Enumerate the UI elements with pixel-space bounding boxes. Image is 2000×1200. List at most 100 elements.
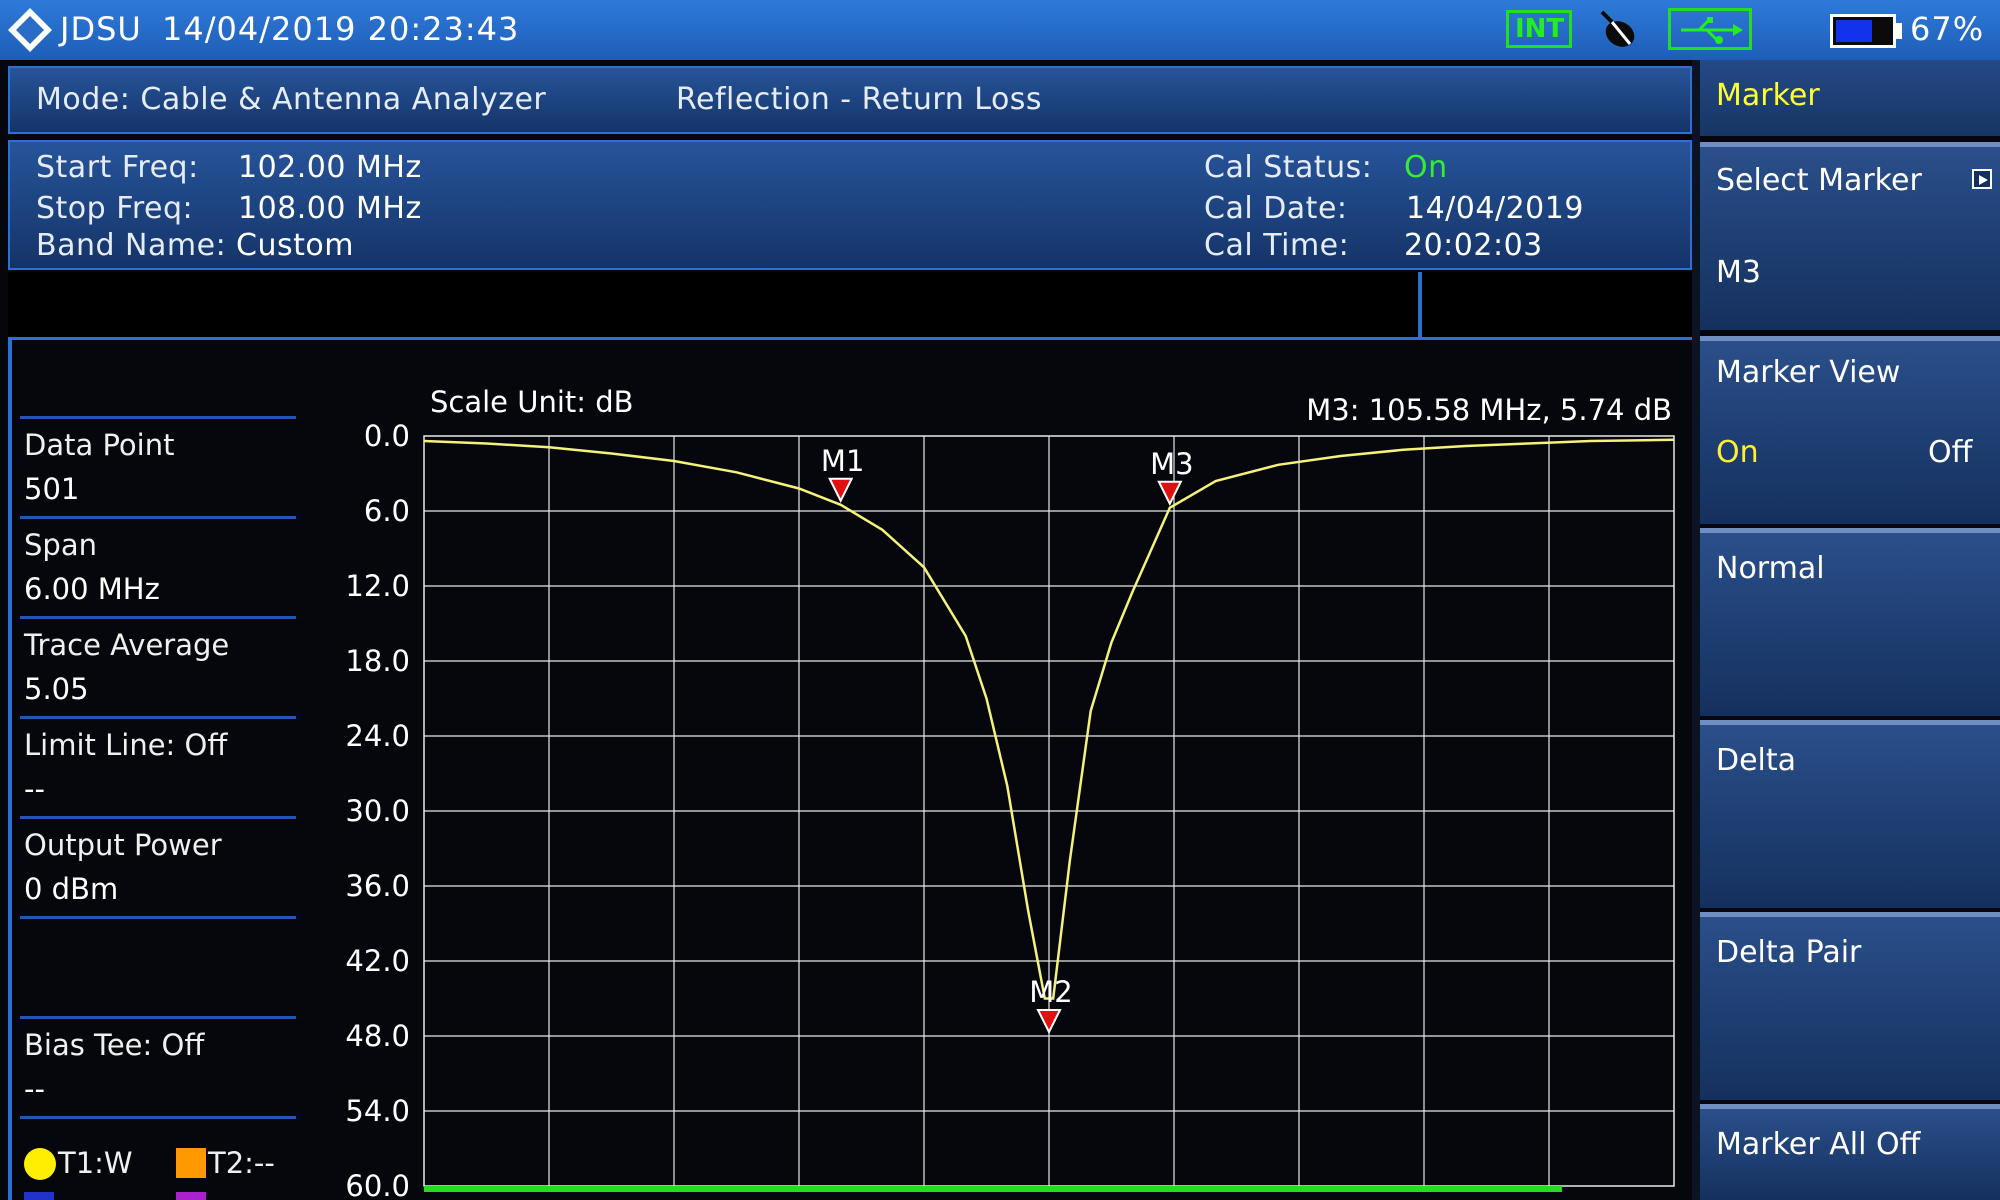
- y-tick-label: 36.0: [345, 869, 410, 903]
- mode-label: Mode: Cable & Antenna Analyzer: [36, 82, 547, 117]
- trace1-dot-icon: [24, 1148, 56, 1180]
- int-badge-label: INT: [1515, 14, 1565, 44]
- y-tick-label: 12.0: [345, 569, 410, 603]
- info-separator: [20, 716, 296, 719]
- trace-average-value: 5.05: [24, 672, 89, 706]
- info-panel: Data Point 501 Span 6.00 MHz Trace Avera…: [0, 340, 310, 1200]
- bias-tee-value: --: [24, 1072, 45, 1106]
- marker-m3-icon[interactable]: [1157, 480, 1183, 506]
- info-separator: [20, 916, 296, 919]
- message-divider: [1418, 272, 1422, 338]
- data-point-label: Data Point: [24, 428, 175, 462]
- info-separator: [20, 416, 296, 419]
- limit-line-label: Limit Line: Off: [24, 728, 228, 762]
- stop-freq-value: 108.00 MHz: [238, 191, 422, 226]
- trace4-swatch: [176, 1192, 206, 1200]
- data-point-value: 501: [24, 472, 80, 506]
- marker-view-on[interactable]: On: [1716, 435, 1759, 470]
- datetime-label: 14/04/2019 20:23:43: [162, 10, 520, 48]
- marker-all-off-label: Marker All Off: [1716, 1127, 1921, 1162]
- battery-tip: [1896, 23, 1902, 39]
- marker-m1-icon[interactable]: [828, 477, 854, 503]
- return-loss-chart[interactable]: Scale Unit: dB M3: 105.58 MHz, 5.74 dB 0…: [312, 340, 1692, 1200]
- scale-unit-label: Scale Unit: dB: [430, 385, 634, 419]
- settings-panel: Start Freq: 102.00 MHz Stop Freq: 108.00…: [8, 140, 1692, 270]
- bias-tee-label: Bias Tee: Off: [24, 1028, 205, 1062]
- normal-label: Normal: [1716, 551, 1825, 586]
- y-tick-label: 54.0: [345, 1094, 410, 1128]
- y-axis-ticks: 0.0 6.0 12.0 18.0 24.0 30.0 36.0 42.0 48.0 54.0 60…: [345, 419, 410, 1200]
- trace3-swatch: [24, 1192, 54, 1200]
- marker-view-label: Marker View: [1716, 355, 1901, 390]
- status-bar: JDSU 14/04/2019 20:23:43 INT 67%: [0, 0, 2000, 60]
- cal-date-value: 14/04/2019: [1406, 191, 1584, 226]
- trace-average-label: Trace Average: [24, 628, 230, 662]
- trace2-square-icon: [176, 1148, 206, 1178]
- usb-icon: [1668, 8, 1752, 50]
- battery-icon: [1830, 14, 1896, 48]
- marker-m1-label: M1: [821, 444, 864, 478]
- marker-readout-label: M3: 105.58 MHz, 5.74 dB: [1306, 393, 1672, 427]
- delta-pair-button[interactable]: Delta Pair: [1700, 912, 2000, 1100]
- jdsu-logo-icon: [8, 8, 52, 52]
- info-separator: [20, 1116, 296, 1119]
- span-value: 6.00 MHz: [24, 572, 160, 606]
- marker-m2-icon[interactable]: [1036, 1009, 1062, 1035]
- cal-status-value: On: [1404, 150, 1448, 185]
- battery-percent: 67%: [1910, 10, 1985, 48]
- limit-line-value: --: [24, 772, 45, 806]
- y-tick-label: 24.0: [345, 719, 410, 753]
- satellite-icon: [1600, 10, 1635, 47]
- battery-fill: [1836, 20, 1872, 42]
- int-badge: INT: [1506, 10, 1572, 48]
- normal-button[interactable]: Normal: [1700, 528, 2000, 716]
- sweep-progress-bar: [424, 1186, 1562, 1192]
- info-separator: [20, 1016, 296, 1019]
- band-name-label: Band Name:: [36, 228, 227, 263]
- info-separator: [20, 816, 296, 819]
- delta-button[interactable]: Delta: [1700, 720, 2000, 908]
- info-separator: [20, 516, 296, 519]
- trace2-label: T2:--: [208, 1146, 275, 1180]
- trace1-label: T1:W: [58, 1146, 133, 1180]
- delta-pair-label: Delta Pair: [1716, 935, 1862, 970]
- cal-status-label: Cal Status:: [1204, 150, 1373, 185]
- delta-label: Delta: [1716, 743, 1797, 778]
- softkey-title: Marker: [1700, 60, 2000, 136]
- marker-group[interactable]: M1 M2 M3: [821, 444, 1194, 1035]
- measurement-label: Reflection - Return Loss: [676, 82, 1043, 117]
- y-tick-label: 30.0: [345, 794, 410, 828]
- y-tick-label: 42.0: [345, 944, 410, 978]
- band-name-value: Custom: [236, 228, 354, 263]
- output-power-value: 0 dBm: [24, 872, 119, 906]
- select-marker-value: M3: [1716, 255, 1761, 290]
- cal-time-value: 20:02:03: [1404, 228, 1543, 263]
- y-tick-label: 48.0: [345, 1019, 410, 1053]
- marker-m3-label: M3: [1150, 447, 1193, 481]
- y-tick-label: 6.0: [364, 494, 410, 528]
- start-freq-label: Start Freq:: [36, 150, 199, 185]
- chart-grid: [423, 435, 1675, 1187]
- mode-bar: Mode: Cable & Antenna Analyzer Reflectio…: [8, 66, 1692, 134]
- select-marker-label: Select Marker: [1716, 163, 1922, 198]
- cal-time-label: Cal Time:: [1204, 228, 1350, 263]
- stop-freq-label: Stop Freq:: [36, 191, 194, 226]
- submenu-arrow-icon: [1972, 169, 1992, 189]
- marker-view-off[interactable]: Off: [1928, 435, 1972, 470]
- brand-label: JDSU: [60, 10, 142, 48]
- cal-date-label: Cal Date:: [1204, 191, 1348, 226]
- message-bar: [8, 272, 1692, 340]
- softkey-gap: [1692, 60, 1700, 1200]
- marker-m2-label: M2: [1029, 975, 1072, 1009]
- info-separator: [20, 616, 296, 619]
- y-tick-label: 18.0: [345, 644, 410, 678]
- output-power-label: Output Power: [24, 828, 222, 862]
- marker-view-toggle[interactable]: Marker View On Off: [1700, 336, 2000, 524]
- y-tick-label: 60.0: [345, 1169, 410, 1200]
- softkey-title-label: Marker: [1716, 78, 1820, 113]
- marker-all-off-button[interactable]: Marker All Off: [1700, 1104, 2000, 1200]
- select-marker-button[interactable]: Select Marker M3: [1700, 142, 2000, 330]
- start-freq-value: 102.00 MHz: [238, 150, 422, 185]
- y-tick-label: 0.0: [364, 419, 410, 453]
- span-label: Span: [24, 528, 97, 562]
